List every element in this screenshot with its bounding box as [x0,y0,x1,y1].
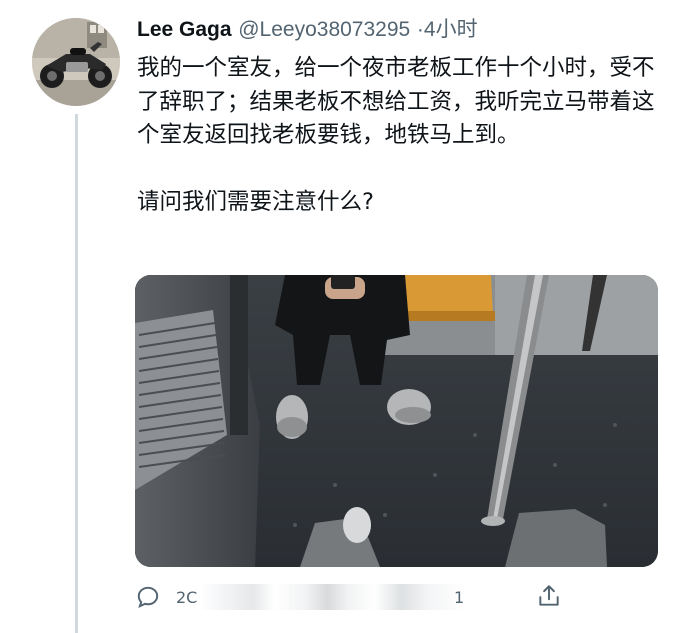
motorcycle-avatar-image [32,18,120,106]
reply-count: 2C [176,588,198,607]
tweet-header: Lee Gaga @Leeyo38073295 ·4小时 [137,14,478,44]
tweet-actions: 2C 1 [0,578,690,618]
tweet-text: 我的一个室友，给一个夜市老板工作十个小时，受不了辞职了；结果老板不想给工资，我听… [137,52,662,219]
subway-car-photo [135,275,658,567]
reply-icon[interactable] [135,584,161,610]
tweet-timestamp[interactable]: 4小时 [424,18,478,41]
time-separator: · [416,18,424,41]
thread-line [75,114,78,633]
tweet-paragraph-2: 请问我们需要注意什么? [137,188,374,215]
display-name[interactable]: Lee Gaga [137,18,232,41]
tweet-media-photo[interactable] [135,275,658,567]
user-avatar[interactable] [32,18,120,106]
share-icon[interactable] [536,583,562,609]
user-handle[interactable]: @Leeyo38073295 [238,18,410,41]
tweet-paragraph-1: 我的一个室友，给一个夜市老板工作十个小时，受不了辞职了；结果老板不想给工资，我听… [137,55,655,148]
tweet-card[interactable]: Lee Gaga @Leeyo38073295 ·4小时 我的一个室友，给一个夜… [0,0,690,633]
blurred-counts [200,584,465,610]
like-count: 1 [454,588,465,607]
